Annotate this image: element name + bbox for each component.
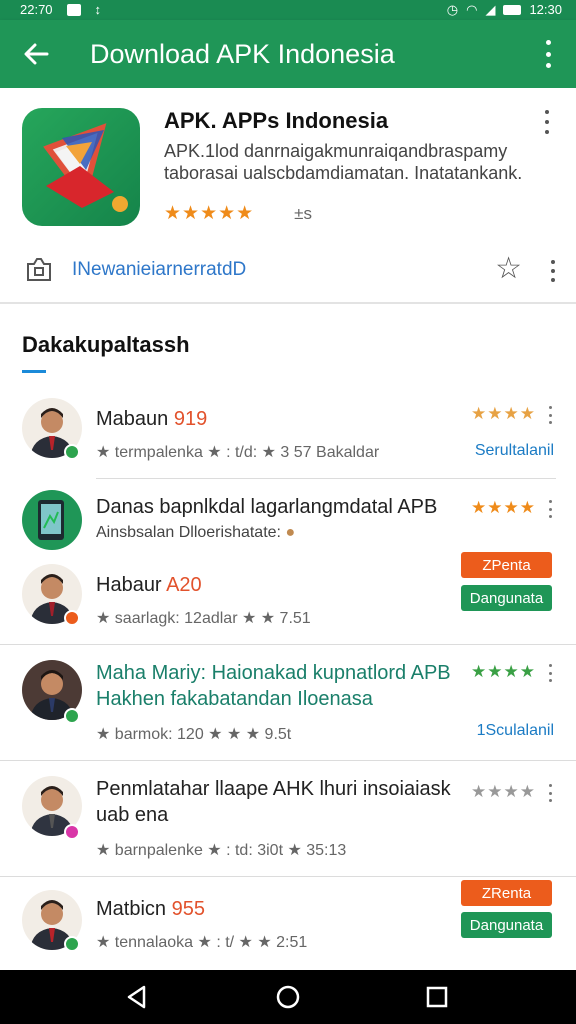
verified-badge bbox=[64, 708, 80, 724]
list-item-title-line2: Hakhen fakabatandan Iloenasa bbox=[96, 688, 373, 710]
divider bbox=[0, 644, 576, 645]
section-title: Dakakupaltassh bbox=[22, 332, 190, 357]
system-nav-bar bbox=[0, 970, 576, 1024]
list-item-title: Penmlatahar llaape AHK lhuri insoiaiask bbox=[96, 778, 451, 800]
back-arrow-icon bbox=[24, 43, 49, 65]
list-item-subtitle: ★ barmok: 120 ★ ★ ★ 9.5t bbox=[96, 726, 292, 743]
app-logo-icon[interactable] bbox=[22, 108, 140, 226]
list-item-subtitle: Ainsbsalan Dlloerishatate: ● bbox=[96, 524, 296, 541]
list-item[interactable]: Danas bapnlkdal lagarlangmdatal APB Ains… bbox=[0, 480, 576, 550]
list-item-title: Maha Mariy: Haionakad kupnatlord APB bbox=[96, 662, 451, 684]
app-card: APK. APPs Indonesia APK.1lod danrnaigakm… bbox=[0, 88, 576, 304]
alarm-icon: ◷ bbox=[446, 2, 459, 17]
overflow-menu-icon[interactable] bbox=[536, 40, 560, 68]
item-overflow-icon[interactable] bbox=[546, 664, 554, 682]
back-button[interactable] bbox=[18, 36, 54, 72]
list-item[interactable]: Habaur A20 ★ saarlagk: 12adlar ★ ★ 7.51 … bbox=[0, 552, 576, 644]
status-bar: 22:70 ↕ ◷ ◠ ◢ 12:30 bbox=[0, 0, 576, 20]
install-button[interactable]: ZPenta bbox=[461, 552, 552, 578]
developer-badge-icon bbox=[27, 258, 51, 281]
section-header: Dakakupaltassh bbox=[22, 332, 190, 373]
download-button[interactable]: Dangunata bbox=[461, 585, 552, 611]
list-item[interactable]: Mabaun 919 ★ termpalenka ★ : t/d: ★ 3 57… bbox=[0, 384, 576, 480]
card-overflow-icon[interactable] bbox=[542, 110, 552, 134]
app-bar: Download APK Indonesia bbox=[0, 20, 576, 88]
app-thumb bbox=[22, 490, 82, 550]
app-name: APK. APPs Indonesia bbox=[164, 108, 389, 133]
list-item[interactable]: Penmlatahar llaape AHK lhuri insoiaiask … bbox=[0, 762, 576, 876]
install-button[interactable]: ZRenta bbox=[461, 880, 552, 906]
list-item-subtitle: ★ termpalenka ★ : t/d: ★ 3 57 Bakaldar bbox=[96, 444, 380, 461]
section-underline bbox=[22, 370, 46, 373]
app-description: APK.1lod danrnaigakmunraiqandbraspamy ta… bbox=[164, 141, 523, 183]
list-item[interactable]: Matbicn 955 ★ tennalaoka ★ : t/ ★ ★ 2:51… bbox=[0, 878, 576, 968]
rating-extra: ±s bbox=[294, 203, 313, 223]
divider bbox=[0, 760, 576, 761]
list-item-subtitle: ★ saarlagk: 12adlar ★ ★ 7.51 bbox=[96, 610, 311, 627]
developer-link-row: INewanieiarnerratdD ☆ bbox=[24, 252, 558, 288]
nav-back-icon[interactable] bbox=[124, 984, 150, 1010]
list-item-title-line2: uab ena bbox=[96, 804, 169, 826]
status-clock: 12:30 bbox=[529, 2, 562, 17]
list-item-title: Danas bapnlkdal lagarlangmdatal APB bbox=[96, 496, 438, 518]
divider bbox=[96, 478, 556, 479]
item-action-link[interactable]: Serultalanil bbox=[475, 442, 554, 460]
item-rating-stars: ★★★★ bbox=[471, 404, 536, 423]
nav-home-icon[interactable] bbox=[275, 984, 301, 1010]
list-item[interactable]: Maha Mariy: Haionakad kupnatlord APB Hak… bbox=[0, 646, 576, 760]
status-badge bbox=[64, 824, 80, 840]
item-rating-stars: ★★★★ bbox=[471, 662, 536, 681]
status-badge bbox=[64, 610, 80, 626]
app-bar-title: Download APK Indonesia bbox=[90, 39, 395, 69]
list-item-subtitle: ★ barnpalenke ★ : td: 3i0t ★ 35:13 bbox=[96, 842, 347, 859]
list-item-title: Mabaun 919 bbox=[96, 408, 208, 430]
notification-icon bbox=[66, 4, 81, 16]
battery-icon bbox=[503, 5, 522, 15]
item-rating-stars: ★★★★ bbox=[471, 498, 536, 517]
download-button[interactable]: Dangunata bbox=[461, 912, 552, 938]
favorite-star-icon[interactable]: ☆ bbox=[495, 254, 522, 284]
verified-badge bbox=[64, 936, 80, 952]
item-overflow-icon[interactable] bbox=[546, 500, 554, 518]
nav-recents-icon[interactable] bbox=[424, 984, 450, 1010]
cell-signal-icon: ◢ bbox=[485, 2, 496, 17]
status-time: 22:70 bbox=[20, 2, 53, 17]
item-rating-stars: ★★★★ bbox=[471, 782, 536, 801]
rating-stars: ★★★★★ bbox=[164, 203, 255, 224]
app-rating: ★★★★★ ±s bbox=[164, 202, 312, 225]
developer-link[interactable]: INewanieiarnerratdD bbox=[72, 259, 246, 281]
item-overflow-icon[interactable] bbox=[546, 406, 554, 424]
divider bbox=[0, 876, 576, 877]
list-item-title: Matbicn 955 bbox=[96, 898, 205, 920]
list-item-title: Habaur A20 bbox=[96, 574, 202, 596]
list-item-subtitle: ★ tennalaoka ★ : t/ ★ ★ 2:51 bbox=[96, 934, 308, 951]
link-overflow-icon[interactable] bbox=[548, 260, 558, 282]
verified-badge bbox=[64, 444, 80, 460]
signal-arrows-icon: ↕ bbox=[94, 2, 102, 17]
item-action-link[interactable]: 1Sculalanil bbox=[477, 722, 554, 740]
wifi-icon: ◠ bbox=[466, 2, 478, 17]
emoji-icon: ● bbox=[285, 524, 296, 541]
item-overflow-icon[interactable] bbox=[546, 784, 554, 802]
